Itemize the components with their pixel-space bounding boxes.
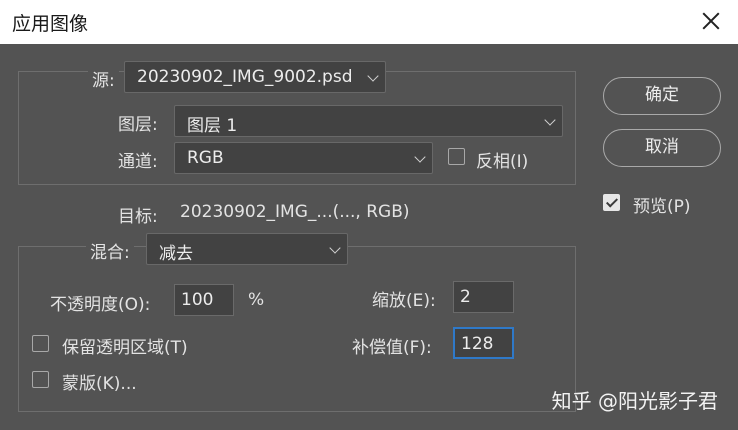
chevron-down-icon	[329, 242, 341, 254]
preview-label[interactable]: 预览(P)	[633, 192, 691, 217]
channel-value: RGB	[187, 148, 224, 168]
opacity-input[interactable]: 100	[174, 284, 234, 316]
layer-select[interactable]: 图层 1	[174, 105, 563, 137]
invert-checkbox[interactable]	[448, 148, 465, 165]
source-file-value: 20230902_IMG_9002.psd	[137, 67, 353, 87]
channel-select[interactable]: RGB	[174, 142, 433, 174]
scale-input[interactable]: 2	[453, 281, 514, 313]
channel-label: 通道:	[118, 152, 158, 172]
window-title: 应用图像	[12, 13, 89, 35]
target-label: 目标:	[118, 207, 158, 227]
chevron-down-icon	[414, 151, 426, 163]
chevron-down-icon	[544, 114, 556, 126]
preserve-transparency-checkbox[interactable]	[32, 335, 49, 352]
offset-label: 补偿值(F):	[352, 338, 432, 358]
scale-label: 缩放(E):	[372, 291, 436, 311]
title-bar: 应用图像	[0, 0, 738, 44]
mask-checkbox[interactable]	[32, 371, 49, 388]
target-value: 20230902_IMG_...(..., RGB)	[180, 202, 410, 222]
layer-value: 图层 1	[187, 116, 238, 136]
mask-label[interactable]: 蒙版(K)...	[62, 369, 137, 394]
chevron-down-icon	[367, 70, 379, 82]
blend-mode-select[interactable]: 减去	[146, 233, 348, 265]
opacity-unit: %	[248, 290, 265, 310]
blending-label: 混合:	[86, 238, 134, 263]
opacity-label: 不透明度(O):	[50, 295, 151, 315]
blend-mode-value: 减去	[159, 244, 193, 264]
invert-label[interactable]: 反相(I)	[476, 147, 528, 172]
cancel-button[interactable]: 取消	[603, 129, 721, 167]
watermark: 知乎 @阳光影子君	[551, 389, 718, 413]
offset-input[interactable]: 128	[453, 327, 514, 359]
close-icon[interactable]	[698, 8, 724, 34]
layer-label: 图层:	[118, 115, 158, 135]
preserve-transparency-label[interactable]: 保留透明区域(T)	[62, 333, 188, 358]
ok-button[interactable]: 确定	[603, 77, 721, 115]
preview-checkbox[interactable]	[603, 194, 620, 211]
source-file-select[interactable]: 20230902_IMG_9002.psd	[124, 61, 386, 93]
source-label: 源:	[88, 66, 119, 91]
